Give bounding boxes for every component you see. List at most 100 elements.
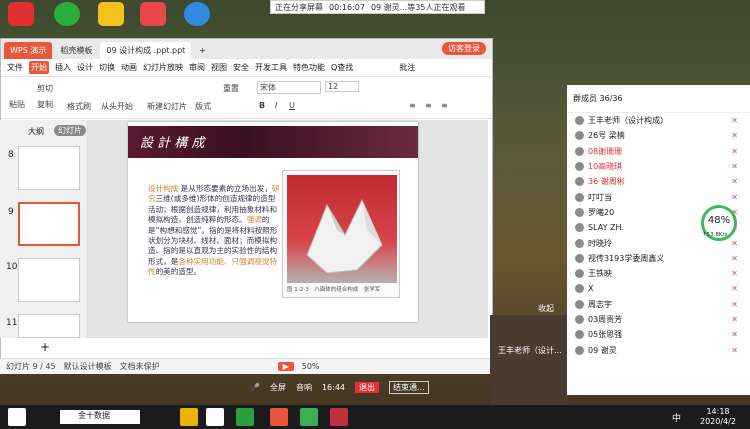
- bold-button[interactable]: B: [259, 101, 265, 110]
- taskbar-app-item[interactable]: 金十数据: [60, 410, 140, 424]
- exit-button[interactable]: 退出: [355, 381, 380, 393]
- mic-muted-icon[interactable]: ✕: [731, 116, 738, 125]
- mic-icon[interactable]: 🎤: [250, 383, 260, 392]
- mic-muted-icon[interactable]: ✕: [731, 315, 738, 324]
- menu-dev[interactable]: 开发工具: [255, 62, 287, 73]
- start-icon[interactable]: [8, 408, 26, 426]
- member-row[interactable]: 视传3193学委周鑫义 ✕: [567, 251, 750, 266]
- member-row[interactable]: 08谢珊珊 ✕: [567, 144, 750, 159]
- align-left-icon[interactable]: ≡: [409, 101, 416, 110]
- wechat-icon[interactable]: [54, 2, 80, 26]
- menu-comment[interactable]: 批注: [399, 62, 415, 73]
- paste-button[interactable]: 粘贴: [9, 99, 25, 110]
- mic-muted-icon[interactable]: ✕: [731, 162, 738, 171]
- end-call-button[interactable]: 结束通...: [389, 380, 429, 394]
- menu-search[interactable]: Q查找: [331, 62, 353, 73]
- slide-thumbnail-selected[interactable]: [18, 202, 80, 246]
- zoom-level[interactable]: 50%: [302, 362, 320, 371]
- login-button[interactable]: 访客登录: [442, 42, 486, 55]
- add-slide-icon[interactable]: +: [40, 340, 50, 354]
- mic-muted-icon[interactable]: ✕: [731, 177, 738, 186]
- align-right-icon[interactable]: ≡: [441, 101, 448, 110]
- slide[interactable]: 設 計 構 成 设计构成 是从形态要素的立场出发，研究三维(或多维)形体的创造规…: [128, 122, 418, 322]
- tab-document[interactable]: 09 设计构成 .ppt.ppt: [100, 42, 192, 59]
- fullscreen-button[interactable]: 全屏: [270, 382, 286, 393]
- member-row[interactable]: 叮叮当 ✕: [567, 189, 750, 204]
- menu-features[interactable]: 特色功能: [293, 62, 325, 73]
- mic-muted-icon[interactable]: ✕: [731, 269, 738, 278]
- taskbar-penguin-icon[interactable]: [206, 408, 224, 426]
- taskbar-wps-icon[interactable]: [270, 408, 288, 426]
- underline-button[interactable]: U: [289, 101, 295, 110]
- member-row[interactable]: 周志宇 ✕: [567, 297, 750, 312]
- slide-thumbnail[interactable]: [18, 314, 80, 338]
- new-slide-button[interactable]: 新建幻灯片: [147, 101, 187, 112]
- taskbar-video-icon[interactable]: [330, 408, 348, 426]
- mic-muted-icon[interactable]: ✕: [731, 346, 738, 355]
- menu-view[interactable]: 视图: [211, 62, 227, 73]
- play-button[interactable]: ▶: [277, 362, 294, 371]
- member-row[interactable]: 王丰老师（设计构成） ✕: [567, 113, 750, 128]
- clock[interactable]: 14:18 2020/4/2: [700, 407, 736, 427]
- align-center-icon[interactable]: ≡: [425, 101, 432, 110]
- mic-muted-icon[interactable]: ✕: [731, 147, 738, 156]
- menu-security[interactable]: 安全: [233, 62, 249, 73]
- reset-button[interactable]: 重置: [223, 83, 239, 94]
- taskbar-app-icon[interactable]: [300, 408, 318, 426]
- size-select[interactable]: 12: [325, 81, 359, 92]
- member-row[interactable]: 05张思强 ✕: [567, 327, 750, 342]
- slide-panel: 大纲 幻灯片 8 9 10 11: [0, 120, 88, 338]
- fold-button[interactable]: 收起: [538, 303, 554, 314]
- ie-icon[interactable]: [184, 2, 210, 26]
- menu-insert[interactable]: 插入: [55, 62, 71, 73]
- avatar: [575, 207, 584, 217]
- volume-button[interactable]: 音响: [296, 382, 312, 393]
- taskbar-folder-icon[interactable]: [180, 408, 198, 426]
- tab-wps[interactable]: WPS 演示: [4, 42, 53, 59]
- menu-review[interactable]: 审阅: [189, 62, 205, 73]
- member-row[interactable]: 26号 梁楠 ✕: [567, 128, 750, 143]
- layout-button[interactable]: 版式: [195, 101, 211, 112]
- menu-home[interactable]: 开始: [29, 61, 49, 74]
- menu-design[interactable]: 设计: [77, 62, 93, 73]
- mic-muted-icon[interactable]: ✕: [731, 193, 738, 202]
- cut-button[interactable]: 剪切: [37, 83, 53, 94]
- tab-template[interactable]: 稻壳模板: [54, 42, 98, 59]
- menu-transition[interactable]: 切换: [99, 62, 115, 73]
- member-row[interactable]: 王铁映 ✕: [567, 266, 750, 281]
- member-row[interactable]: 36 谢周彬 ✕: [567, 174, 750, 189]
- mic-muted-icon[interactable]: ✕: [731, 284, 738, 293]
- slide-thumbnail[interactable]: [18, 258, 80, 302]
- desktop-icon-3[interactable]: [98, 2, 124, 26]
- mic-muted-icon[interactable]: ✕: [731, 300, 738, 309]
- thumb-number: 11: [6, 318, 18, 328]
- member-row[interactable]: X ✕: [567, 281, 750, 296]
- tab-slides[interactable]: 幻灯片: [54, 125, 86, 136]
- menu-slideshow[interactable]: 幻灯片放映: [143, 62, 183, 73]
- italic-button[interactable]: I: [275, 101, 277, 110]
- tab-outline[interactable]: 大纲: [28, 126, 44, 137]
- mic-muted-icon[interactable]: ✕: [731, 239, 738, 248]
- new-tab-icon[interactable]: +: [193, 42, 212, 59]
- copy-button[interactable]: 复制: [37, 99, 53, 110]
- member-row[interactable]: 03周贵芳 ✕: [567, 312, 750, 327]
- mic-muted-icon[interactable]: ✕: [731, 131, 738, 140]
- time-text: 16:44: [321, 382, 346, 392]
- member-row[interactable]: 09 谢灵 ✕: [567, 342, 750, 357]
- mic-muted-icon[interactable]: ✕: [731, 254, 738, 263]
- desktop-icon-1[interactable]: [8, 2, 34, 26]
- font-select[interactable]: 宋体: [257, 81, 321, 94]
- taskbar-wechat-icon[interactable]: [236, 408, 254, 426]
- from-start-button[interactable]: 从头开始: [101, 101, 133, 112]
- menu-file[interactable]: 文件: [7, 62, 23, 73]
- ime-indicator[interactable]: 中: [672, 411, 681, 424]
- menu-animation[interactable]: 动画: [121, 62, 137, 73]
- member-name: 罗曦20: [588, 207, 615, 217]
- format-painter-button[interactable]: 格式刷: [67, 101, 91, 112]
- slide-thumbnail[interactable]: [18, 146, 80, 190]
- share-time: 00:16:07: [329, 2, 365, 12]
- pdf-icon[interactable]: [140, 2, 166, 26]
- body-highlight: 设计构成: [148, 184, 179, 193]
- mic-muted-icon[interactable]: ✕: [731, 330, 738, 339]
- member-row[interactable]: 10高晓琪 ✕: [567, 159, 750, 174]
